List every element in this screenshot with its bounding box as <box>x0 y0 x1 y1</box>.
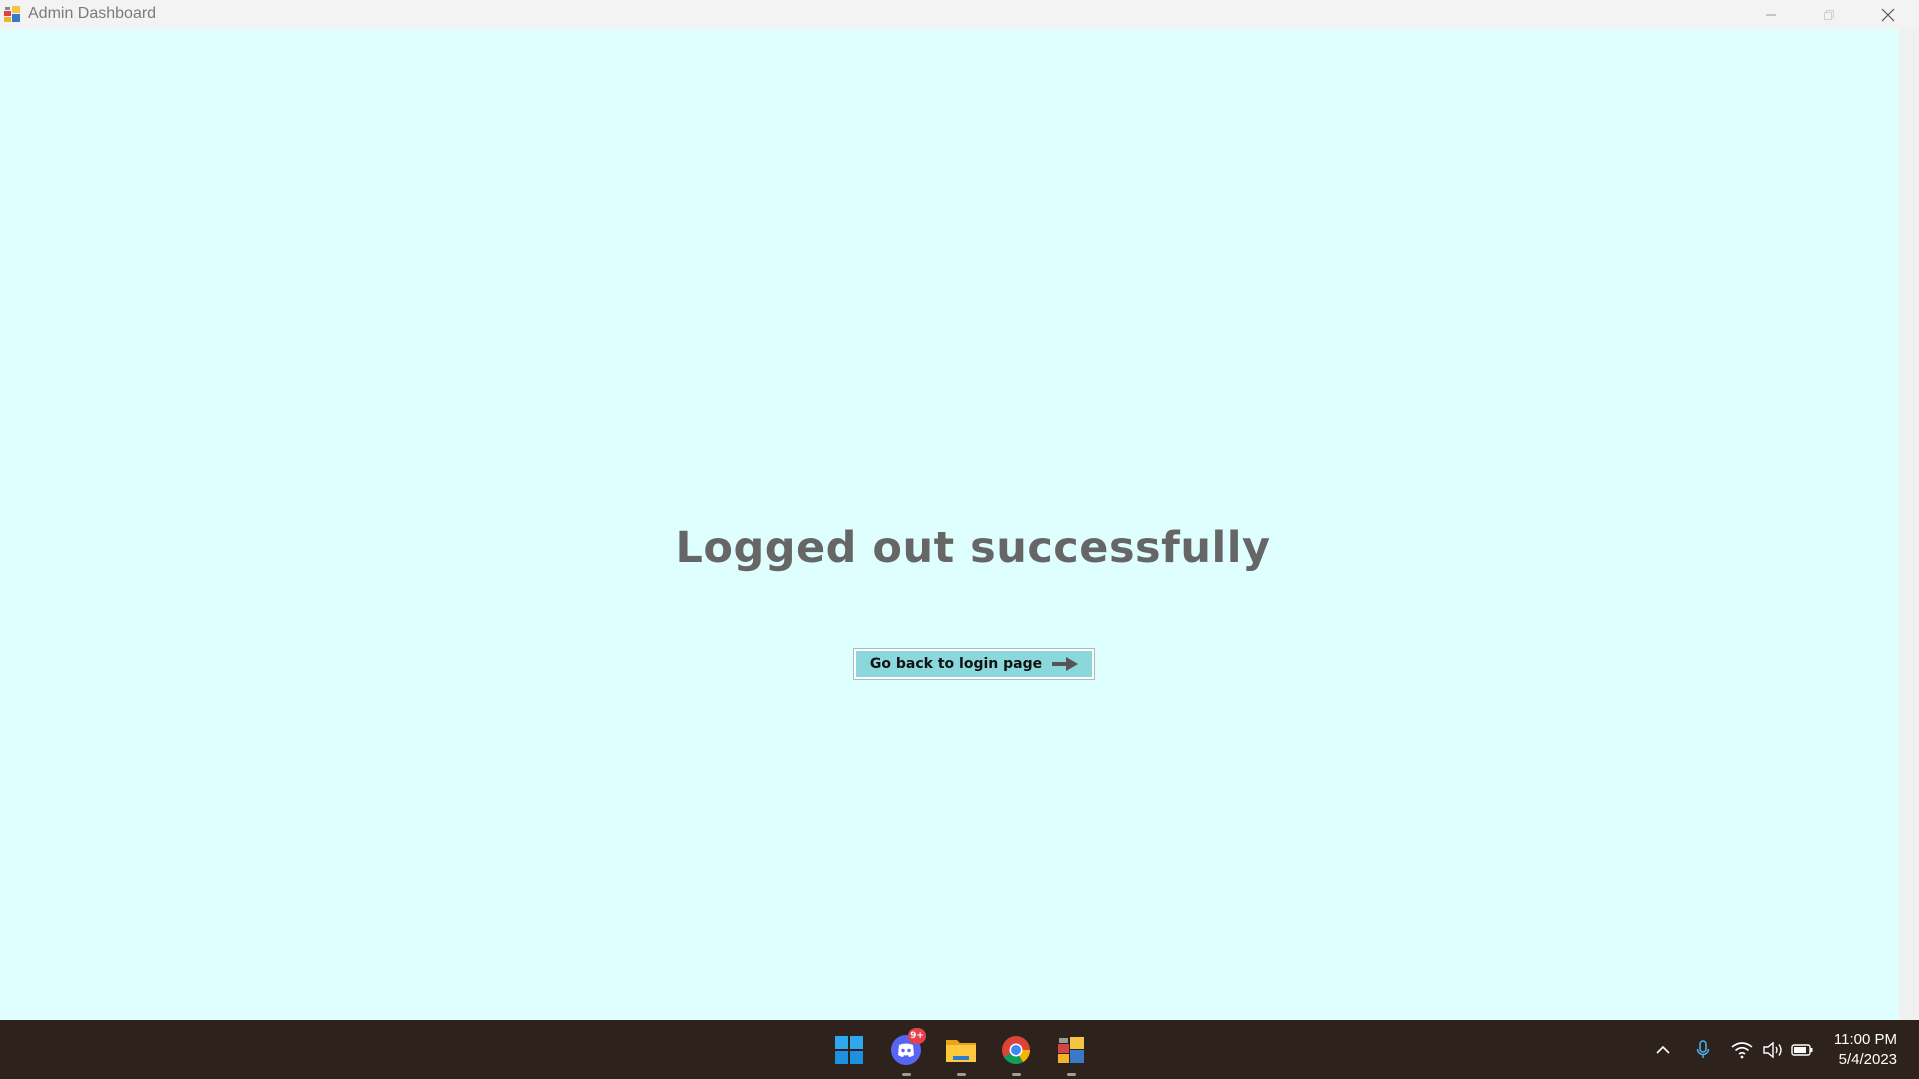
minimize-icon <box>1766 14 1776 15</box>
volume-icon <box>1763 1041 1782 1059</box>
chevron-up-icon <box>1656 1045 1670 1054</box>
app-icon <box>1058 1037 1084 1063</box>
microphone-icon <box>1696 1040 1710 1058</box>
clock-date: 5/4/2023 <box>1838 1051 1897 1068</box>
close-button[interactable] <box>1859 0 1917 29</box>
logout-message: Logged out successfully <box>675 523 1271 573</box>
window-title: Admin Dashboard <box>28 5 157 22</box>
running-indicator <box>957 1073 966 1076</box>
chrome-icon <box>1002 1036 1030 1064</box>
app-icon <box>4 6 20 22</box>
taskbar-discord[interactable]: 9+ <box>886 1028 926 1076</box>
taskbar-chrome[interactable] <box>996 1030 1036 1076</box>
app-window: Admin Dashboard Logged out successfully … <box>0 0 1919 1020</box>
taskbar: 9+ 11:00 PM 5/4/2023 <box>0 1020 1919 1079</box>
arrow-right-icon <box>1052 657 1079 671</box>
close-icon <box>1881 8 1895 21</box>
running-indicator <box>1012 1073 1021 1076</box>
battery-indicator[interactable] <box>1790 1038 1814 1062</box>
maximize-button[interactable] <box>1800 0 1858 29</box>
windows-start-icon <box>835 1036 863 1064</box>
show-hidden-icons-button[interactable] <box>1651 1038 1675 1062</box>
minimize-button[interactable] <box>1742 0 1800 29</box>
clock-time: 11:00 PM <box>1833 1031 1897 1048</box>
running-indicator <box>1067 1073 1076 1076</box>
folder-icon <box>946 1040 976 1062</box>
login-button-label: Go back to login page <box>869 656 1043 672</box>
taskbar-file-explorer[interactable] <box>941 1030 981 1076</box>
wifi-icon <box>1731 1042 1753 1059</box>
taskbar-admin-dashboard[interactable] <box>1051 1030 1091 1076</box>
taskbar-clock[interactable]: 11:00 PM 5/4/2023 <box>1834 1030 1897 1070</box>
battery-icon <box>1791 1044 1813 1056</box>
restore-icon <box>1824 9 1834 20</box>
running-indicator <box>902 1073 911 1076</box>
title-bar[interactable]: Admin Dashboard <box>0 0 1919 29</box>
login-button-face[interactable]: Go back to login page <box>856 651 1092 677</box>
volume-indicator[interactable] <box>1761 1038 1785 1062</box>
taskbar-start-button[interactable] <box>829 1030 869 1070</box>
go-back-to-login-button[interactable]: Go back to login page <box>853 648 1095 680</box>
microphone-indicator[interactable] <box>1691 1038 1715 1062</box>
network-indicator[interactable] <box>1730 1038 1754 1062</box>
notification-badge: 9+ <box>908 1028 926 1044</box>
